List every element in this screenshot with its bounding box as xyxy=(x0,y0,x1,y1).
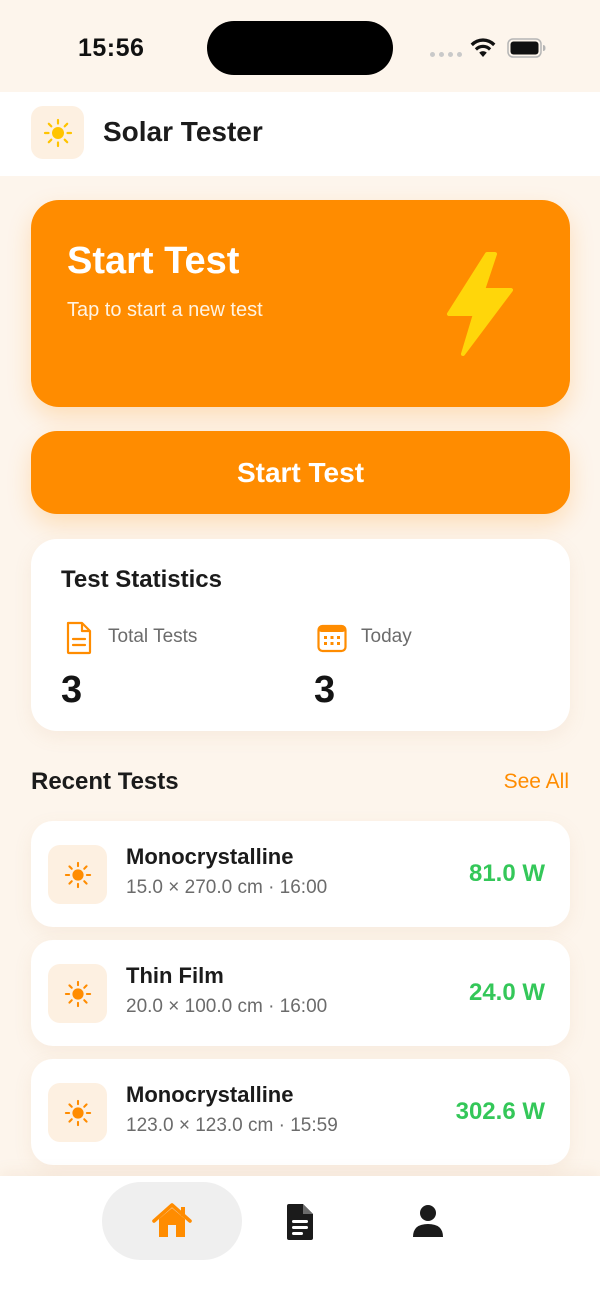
app-header: Solar Tester xyxy=(0,92,600,176)
battery-icon xyxy=(507,38,546,58)
hero-subtitle: Tap to start a new test xyxy=(67,299,263,321)
test-icon-box xyxy=(48,964,107,1023)
sun-icon xyxy=(43,118,72,147)
stat-total-tests: Total Tests 3 xyxy=(61,621,294,721)
home-icon xyxy=(152,1203,192,1237)
tab-home[interactable] xyxy=(102,1182,242,1260)
sun-icon xyxy=(64,861,91,888)
test-icon-box xyxy=(48,1083,107,1142)
recent-test-item[interactable]: Thin Film 20.0 × 100.0 cm · 16:00 24.0 W xyxy=(31,940,570,1046)
test-meta: 123.0 × 123.0 cm · 15:59 xyxy=(126,1115,338,1136)
stat-label: Total Tests xyxy=(108,626,198,647)
document-icon xyxy=(66,621,92,655)
person-icon[interactable] xyxy=(412,1204,444,1238)
stat-today: Today 3 xyxy=(314,621,547,721)
sun-icon xyxy=(64,980,91,1007)
test-meta: 20.0 × 100.0 cm · 16:00 xyxy=(126,996,328,1017)
tab-bar xyxy=(0,1176,600,1299)
status-time: 15:56 xyxy=(78,34,145,62)
recent-tests-title: Recent Tests xyxy=(31,768,179,795)
start-test-button[interactable]: Start Test xyxy=(31,431,570,514)
sun-icon xyxy=(64,1099,91,1126)
status-bar: 15:56 xyxy=(0,0,600,92)
document-icon[interactable] xyxy=(285,1203,315,1241)
test-power: 302.6 W xyxy=(455,1098,545,1125)
hero-title: Start Test xyxy=(67,240,240,282)
stat-value: 3 xyxy=(314,669,336,711)
test-panel-type: Monocrystalline xyxy=(126,844,294,869)
lightning-bolt-icon xyxy=(447,252,513,356)
app-title: Solar Tester xyxy=(103,116,263,147)
start-test-hero-card[interactable]: Start Test Tap to start a new test xyxy=(31,200,570,407)
stat-value: 3 xyxy=(61,669,83,711)
test-panel-type: Thin Film xyxy=(126,963,224,988)
wifi-icon xyxy=(470,38,496,57)
app-logo xyxy=(31,106,84,159)
cellular-signal-icon xyxy=(430,52,462,57)
test-statistics-card: Test Statistics Total Tests 3 Today 3 xyxy=(31,539,570,731)
calendar-icon xyxy=(317,624,347,653)
dynamic-island xyxy=(207,21,393,75)
test-power: 81.0 W xyxy=(468,860,545,887)
see-all-link[interactable]: See All xyxy=(504,770,569,794)
recent-test-item[interactable]: Monocrystalline 123.0 × 123.0 cm · 15:59… xyxy=(31,1059,570,1165)
test-panel-type: Monocrystalline xyxy=(126,1082,294,1107)
statistics-title: Test Statistics xyxy=(61,566,222,593)
recent-test-item[interactable]: Monocrystalline 15.0 × 270.0 cm · 16:00 … xyxy=(31,821,570,927)
test-power: 24.0 W xyxy=(468,979,545,1006)
test-meta: 15.0 × 270.0 cm · 16:00 xyxy=(126,877,328,898)
stat-label: Today xyxy=(361,626,412,647)
test-icon-box xyxy=(48,845,107,904)
